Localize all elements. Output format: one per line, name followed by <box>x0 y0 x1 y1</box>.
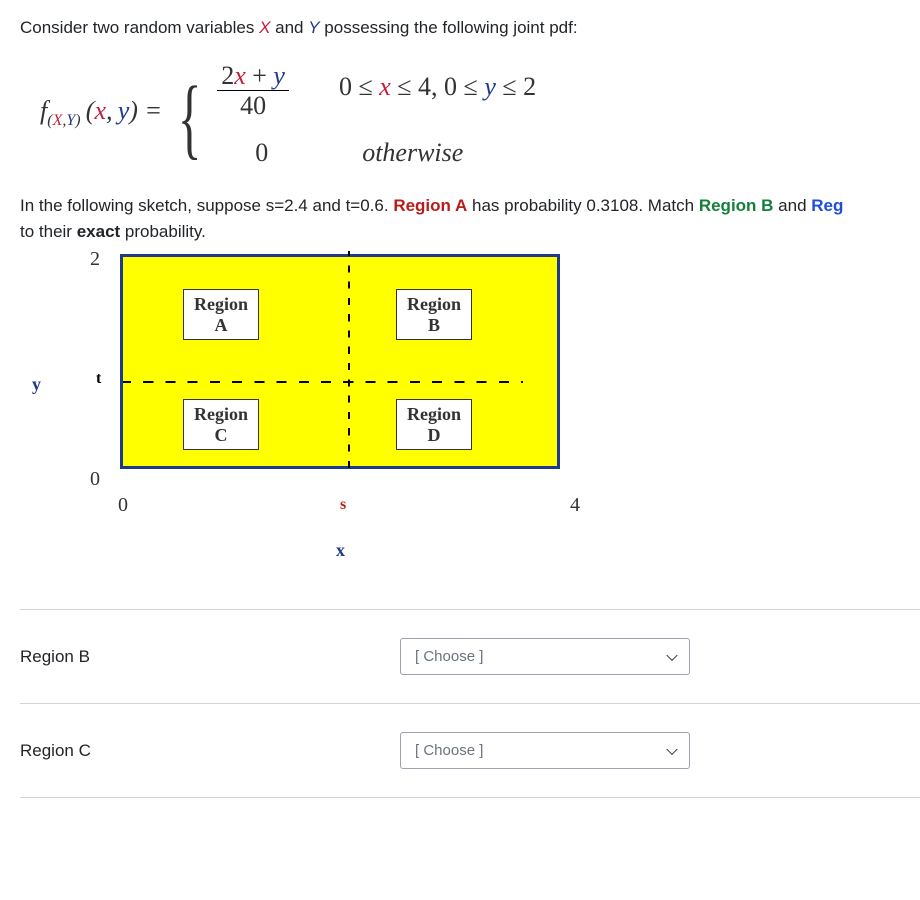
intro-suffix: possessing the following joint pdf: <box>320 18 578 37</box>
region-a-inline: Region A <box>393 196 467 215</box>
region-sketch: y 2 t 0 0 s 4 x RegionA RegionB RegionC … <box>30 254 590 564</box>
question-intro: Consider two random variables X and Y po… <box>20 15 920 41</box>
vertical-dashed-line <box>348 251 350 473</box>
fraction: 2x + y 40 <box>217 62 289 120</box>
y-axis-label: y <box>32 374 41 395</box>
region-c-select[interactable]: [ Choose ] <box>400 732 690 769</box>
case-row-2: 0 otherwise <box>217 138 536 168</box>
y-tick-2: 2 <box>90 248 100 271</box>
y-tick-0: 0 <box>90 468 100 491</box>
plot-area: RegionA RegionB RegionC RegionD <box>120 254 560 469</box>
question-body: In the following sketch, suppose s=2.4 a… <box>20 193 920 244</box>
zero-value: 0 <box>255 138 268 168</box>
joint-pdf-formula: f(X,Y) (x, y) = { 2x + y 40 0 ≤ x ≤ 4, 0… <box>40 59 920 169</box>
x-tick-4: 4 <box>570 494 580 517</box>
match-row-region-b: Region B [ Choose ] <box>20 610 920 704</box>
region-b-box: RegionB <box>396 289 472 340</box>
region-c-inline: Reg <box>811 196 843 215</box>
select-wrap-c: [ Choose ] <box>400 732 690 769</box>
horizontal-dashed-line <box>123 381 523 383</box>
case-row-1: 2x + y 40 0 ≤ x ≤ 4, 0 ≤ y ≤ 2 <box>217 59 536 117</box>
match-label-b: Region B <box>20 647 400 667</box>
formula-lhs: f(X,Y) (x, y) = <box>40 96 162 130</box>
region-b-select[interactable]: [ Choose ] <box>400 638 690 675</box>
var-x-token: X <box>259 18 270 37</box>
x-axis-label: x <box>336 540 345 561</box>
otherwise-label: otherwise <box>362 138 463 168</box>
case1-condition: 0 ≤ x ≤ 4, 0 ≤ y ≤ 2 <box>339 72 536 102</box>
and-token: and <box>270 18 308 37</box>
region-a-box: RegionA <box>183 289 259 340</box>
t-label: t <box>96 370 101 388</box>
s-label: s <box>340 496 346 514</box>
brace-container: { 2x + y 40 0 ≤ x ≤ 4, 0 ≤ y ≤ 2 0 other… <box>168 59 536 169</box>
intro-prefix: Consider two random variables <box>20 18 259 37</box>
piecewise-cases: 2x + y 40 0 ≤ x ≤ 4, 0 ≤ y ≤ 2 0 otherwi… <box>217 59 536 169</box>
var-y-token: Y <box>308 18 319 37</box>
region-d-box: RegionD <box>396 399 472 450</box>
left-brace: { <box>178 89 202 149</box>
region-b-inline: Region B <box>699 196 774 215</box>
select-wrap-b: [ Choose ] <box>400 638 690 675</box>
match-row-region-c: Region C [ Choose ] <box>20 704 920 798</box>
match-label-c: Region C <box>20 741 400 761</box>
region-c-box: RegionC <box>183 399 259 450</box>
x-tick-0: 0 <box>118 494 128 517</box>
